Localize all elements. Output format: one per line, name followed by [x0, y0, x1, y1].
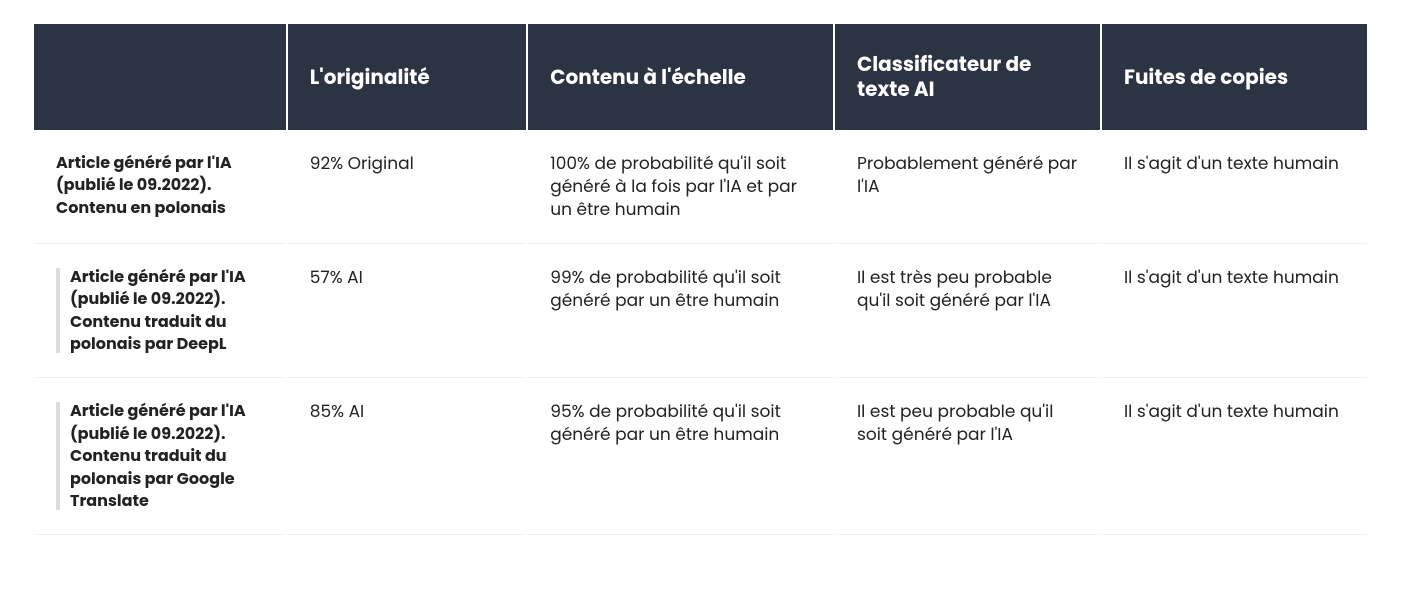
table-header-row: L'originalité Contenu à l'échelle Classi…	[34, 24, 1367, 130]
cell-originality: 92% Original	[288, 130, 527, 244]
comparison-table: L'originalité Contenu à l'échelle Classi…	[32, 24, 1369, 535]
row-head-text: Article généré par l'IA (publié le 09.20…	[56, 400, 264, 512]
header-leaks: Fuites de copies	[1102, 24, 1367, 130]
table-row: Article généré par l'IA (publié le 09.20…	[34, 244, 1367, 379]
cell-leaks: Il s'agit d'un texte humain	[1102, 130, 1367, 244]
header-classifier: Classificateur de texte AI	[835, 24, 1100, 130]
table-row: Article généré par l'IA (publié le 09.20…	[34, 378, 1367, 535]
row-label: Article généré par l'IA (publié le 09.20…	[34, 378, 286, 535]
cell-classifier: Il est peu probable qu'il soit généré pa…	[835, 378, 1100, 535]
row-head-text: Article généré par l'IA (publié le 09.20…	[56, 266, 264, 356]
cell-leaks: Il s'agit d'un texte humain	[1102, 378, 1367, 535]
header-scale: Contenu à l'échelle	[528, 24, 833, 130]
cell-leaks: Il s'agit d'un texte humain	[1102, 244, 1367, 379]
cell-classifier: Probablement généré par l'IA	[835, 130, 1100, 244]
header-blank	[34, 24, 286, 130]
cell-scale: 99% de probabilité qu'il soit généré par…	[528, 244, 833, 379]
cell-scale: 100% de probabilité qu'il soit généré à …	[528, 130, 833, 244]
cell-originality: 85% AI	[288, 378, 527, 535]
cell-scale: 95% de probabilité qu'il soit généré par…	[528, 378, 833, 535]
row-label: Article généré par l'IA (publié le 09.20…	[34, 130, 286, 244]
header-originality: L'originalité	[288, 24, 527, 130]
row-head-text: Article généré par l'IA (publié le 09.20…	[56, 152, 264, 219]
row-label: Article généré par l'IA (publié le 09.20…	[34, 244, 286, 379]
table-row: Article généré par l'IA (publié le 09.20…	[34, 130, 1367, 244]
cell-originality: 57% AI	[288, 244, 527, 379]
cell-classifier: Il est très peu probable qu'il soit géné…	[835, 244, 1100, 379]
